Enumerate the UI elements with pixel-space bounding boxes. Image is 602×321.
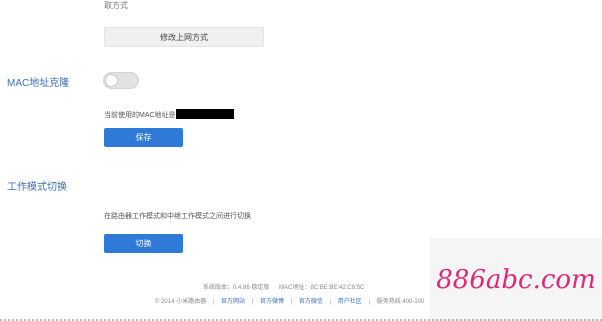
system-version: 系统版本：0.4.86 稳定版 (203, 285, 270, 291)
watermark: 886abc.com (430, 238, 602, 321)
watermark-text: 886abc.com (436, 264, 596, 295)
link-official-weibo[interactable]: 官方微博 (260, 299, 284, 305)
save-button[interactable]: 保存 (104, 128, 183, 147)
mac-clone-title: MAC地址克隆 (7, 78, 70, 89)
link-official-wechat[interactable]: 官方微信 (299, 299, 323, 305)
separator: | (368, 299, 371, 305)
switch-mode-button[interactable]: 切换 (104, 234, 183, 253)
change-connection-button[interactable]: 修改上网方式 (104, 27, 264, 47)
toggle-knob (105, 74, 118, 87)
work-mode-description: 在路由器工作模式和中继工作模式之间进行切换 (104, 213, 251, 220)
mac-clone-toggle[interactable] (103, 72, 139, 89)
separator: | (290, 299, 293, 305)
separator: | (251, 299, 254, 305)
separator: | (329, 299, 332, 305)
footer-links: © 2014 小米路由器 | 官方网站 | 官方微博 | 官方微信 | 用户社区… (155, 296, 424, 305)
mac-address: MAC地址：8C:BE:BE:42:C8:5C (279, 285, 365, 291)
current-mac-label: 当前使用的MAC地址是 (104, 112, 176, 119)
cropped-text: 取方式 (104, 1, 128, 10)
service-hotline: 服务热线 400-100 (376, 299, 425, 305)
mac-value-redacted (176, 109, 234, 119)
link-user-community[interactable]: 用户社区 (338, 299, 362, 305)
footer-info: 系统版本：0.4.86 稳定版 MAC地址：8C:BE:BE:42:C8:5C (203, 282, 364, 291)
separator: | (212, 299, 215, 305)
copyright: © 2014 小米路由器 (155, 299, 207, 305)
work-mode-title: 工作模式切换 (7, 182, 67, 193)
link-official-site[interactable]: 官方网站 (221, 299, 245, 305)
